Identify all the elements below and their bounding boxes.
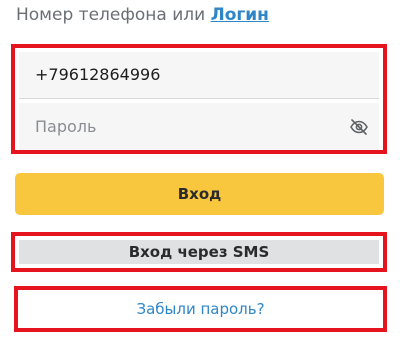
- login-method-heading: Номер телефона или Логин: [16, 3, 269, 27]
- phone-input-value: +79612864996: [35, 65, 161, 84]
- credentials-highlight: +79612864996 Пароль: [11, 44, 387, 154]
- forgot-password-highlight: Забыли пароль?: [14, 286, 387, 332]
- password-placeholder: Пароль: [35, 117, 97, 136]
- phone-or-label: Номер телефона или: [16, 5, 206, 25]
- sms-login-highlight: Вход через SMS: [11, 232, 387, 272]
- sms-login-button[interactable]: Вход через SMS: [19, 240, 379, 264]
- login-switch-link[interactable]: Логин: [211, 5, 269, 25]
- forgot-password-button[interactable]: Забыли пароль?: [22, 294, 379, 324]
- login-page: Номер телефона или Логин +79612864996 Па…: [0, 0, 400, 342]
- password-field[interactable]: Пароль: [19, 103, 379, 150]
- eye-slash-icon[interactable]: [349, 117, 369, 137]
- phone-field[interactable]: +79612864996: [19, 52, 379, 99]
- login-button[interactable]: Вход: [15, 173, 384, 215]
